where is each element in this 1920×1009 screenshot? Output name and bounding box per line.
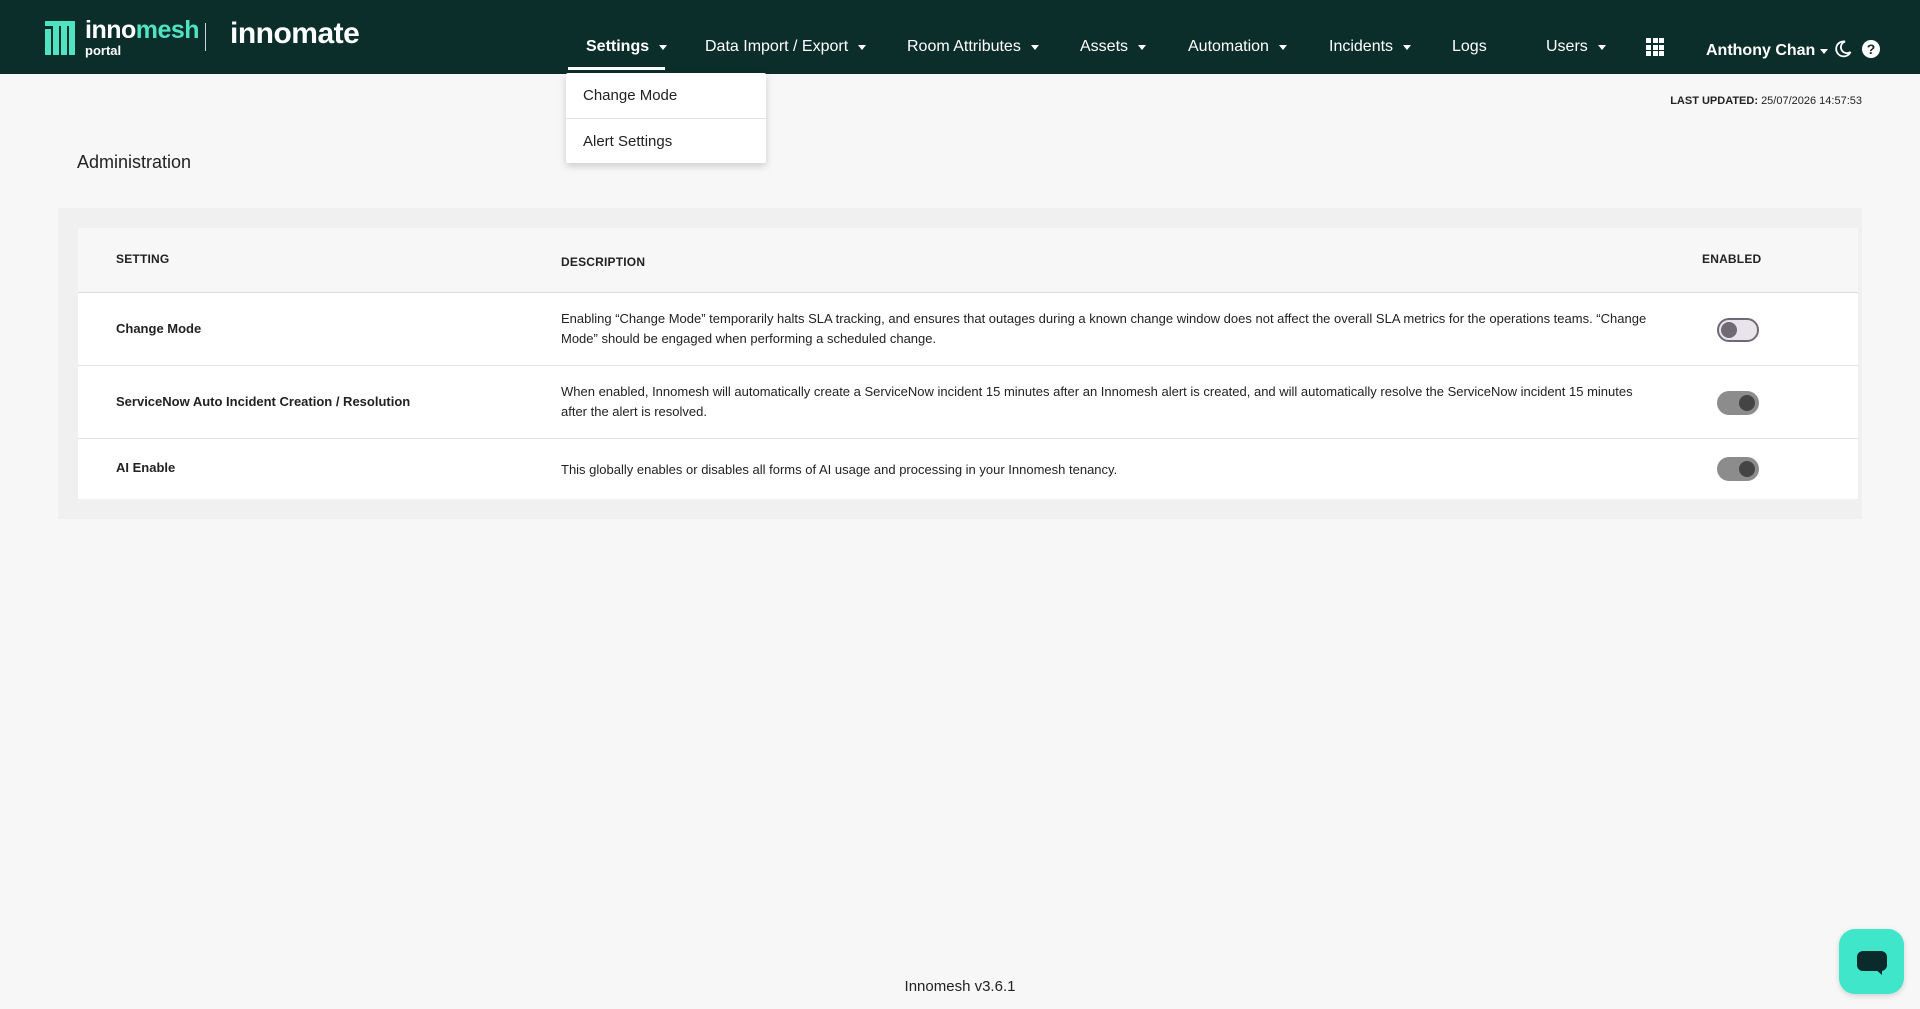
chevron-down-icon — [1597, 44, 1606, 50]
header-description: DESCRIPTION — [561, 255, 646, 269]
settings-panel: SETTING DESCRIPTION ENABLED Change Mode … — [58, 208, 1862, 519]
servicenow-auto-incident-toggle[interactable] — [1717, 391, 1759, 415]
user-name: Anthony Chan — [1706, 42, 1816, 59]
version-footer: Innomesh v3.6.1 — [904, 978, 1016, 995]
table-row: Change Mode Enabling “Change Mode” tempo… — [78, 293, 1858, 366]
chat-icon — [1857, 951, 1887, 971]
last-updated-label: LAST UPDATED: — [1670, 95, 1758, 107]
table-header-row: SETTING DESCRIPTION ENABLED — [78, 228, 1858, 293]
table-row: AI Enable This globally enables or disab… — [78, 439, 1858, 499]
main-nav: Settings Data Import / Export Room Attri… — [0, 0, 1920, 74]
top-header: innomesh portal innomate Settings Data I… — [0, 0, 1920, 74]
nav-assets[interactable]: Assets — [1080, 38, 1147, 56]
apps-grid-icon[interactable] — [1646, 38, 1664, 56]
settings-table: SETTING DESCRIPTION ENABLED Change Mode … — [78, 228, 1858, 499]
chevron-down-icon — [1030, 44, 1039, 50]
user-menu[interactable]: Anthony Chan — [1706, 42, 1829, 60]
nav-users-label: Users — [1546, 38, 1588, 55]
chevron-down-icon — [1403, 44, 1412, 50]
chevron-down-icon — [1278, 44, 1287, 50]
last-updated-value: 25/07/2026 14:57:53 — [1761, 95, 1862, 107]
setting-description: When enabled, Innomesh will automaticall… — [561, 384, 1633, 419]
nav-room-attributes[interactable]: Room Attributes — [907, 38, 1039, 56]
nav-settings[interactable]: Settings — [586, 38, 668, 56]
active-nav-indicator — [568, 67, 665, 70]
ai-enable-toggle[interactable] — [1717, 457, 1759, 481]
header-enabled: ENABLED — [1702, 252, 1762, 266]
menu-item-alert-settings[interactable]: Alert Settings — [566, 118, 766, 163]
chevron-down-icon — [1820, 48, 1829, 54]
nav-automation-label: Automation — [1188, 38, 1269, 55]
setting-name: AI Enable — [116, 460, 176, 475]
nav-incidents[interactable]: Incidents — [1329, 38, 1412, 56]
nav-data-import-export-label: Data Import / Export — [705, 38, 849, 55]
chevron-down-icon — [659, 44, 668, 50]
nav-automation[interactable]: Automation — [1188, 38, 1287, 56]
chevron-down-icon — [1138, 44, 1147, 50]
nav-logs-label: Logs — [1452, 38, 1487, 55]
nav-assets-label: Assets — [1080, 38, 1129, 55]
last-updated: LAST UPDATED: 25/07/2026 14:57:53 — [1670, 95, 1862, 107]
chat-button[interactable] — [1839, 929, 1904, 994]
nav-room-attributes-label: Room Attributes — [907, 38, 1021, 55]
settings-dropdown-menu: Change Mode Alert Settings — [566, 73, 766, 163]
table-row: ServiceNow Auto Incident Creation / Reso… — [78, 366, 1858, 439]
nav-data-import-export[interactable]: Data Import / Export — [705, 38, 867, 56]
menu-item-change-mode[interactable]: Change Mode — [566, 73, 766, 118]
change-mode-toggle[interactable] — [1717, 318, 1759, 342]
setting-name: Change Mode — [116, 321, 202, 336]
help-icon[interactable]: ? — [1862, 40, 1880, 58]
nav-users[interactable]: Users — [1546, 38, 1606, 56]
setting-description: This globally enables or disables all fo… — [561, 462, 1118, 477]
nav-settings-label: Settings — [586, 38, 650, 55]
moon-icon[interactable] — [1834, 40, 1852, 58]
page-title: Administration — [77, 152, 192, 172]
nav-incidents-label: Incidents — [1329, 38, 1394, 55]
setting-name: ServiceNow Auto Incident Creation / Reso… — [116, 394, 411, 409]
chevron-down-icon — [858, 44, 867, 50]
header-setting: SETTING — [116, 252, 170, 266]
nav-logs[interactable]: Logs — [1452, 38, 1487, 56]
setting-description: Enabling “Change Mode” temporarily halts… — [561, 311, 1647, 346]
